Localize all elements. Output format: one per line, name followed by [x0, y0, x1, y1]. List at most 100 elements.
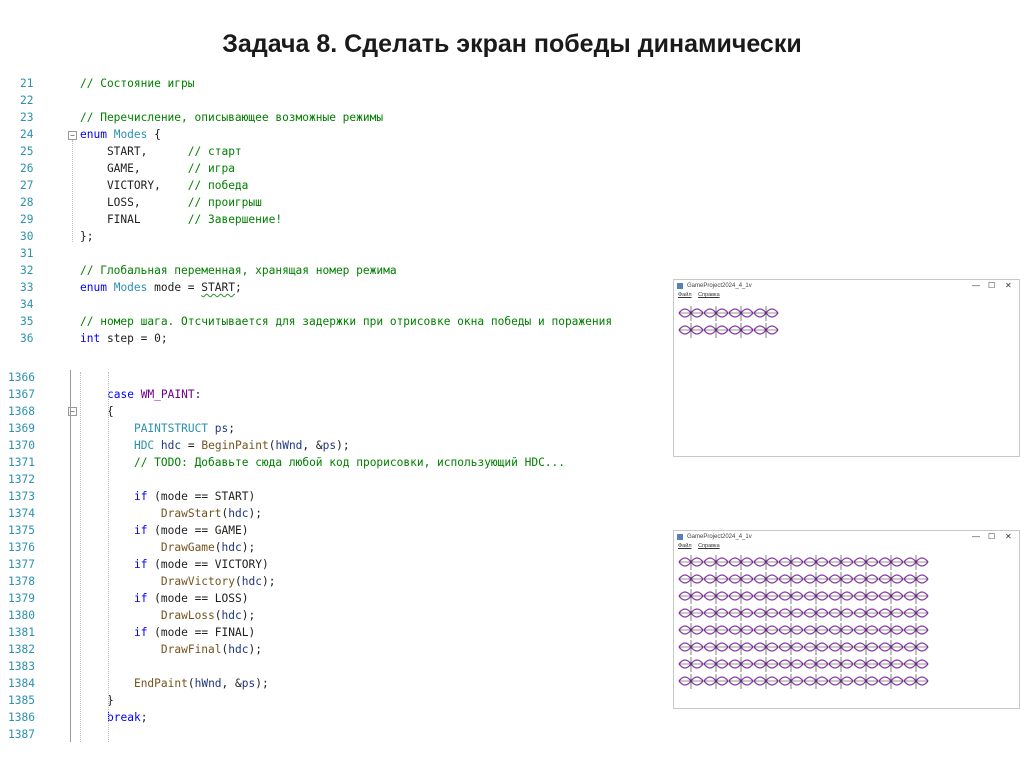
code-line: 1382 DrawFinal(hdc);	[8, 641, 668, 658]
pattern-tile	[753, 555, 779, 570]
pattern-tile	[703, 589, 729, 604]
pattern-tile	[703, 555, 729, 570]
pattern-tile	[903, 623, 929, 638]
line-number: 30	[20, 230, 34, 243]
code-line: 1366	[8, 369, 668, 386]
app-icon	[677, 534, 683, 540]
minimize-button[interactable]: —	[972, 532, 980, 541]
pattern-tile	[853, 623, 879, 638]
pattern-tile	[828, 606, 854, 621]
pattern-tile	[803, 640, 829, 655]
code-line: 1381 if (mode == FINAL)	[8, 624, 668, 641]
pattern-tile	[728, 306, 754, 321]
code-line: 28 LOSS, // проигрыш	[20, 194, 680, 211]
pattern-tile	[803, 555, 829, 570]
pattern-tile	[678, 555, 704, 570]
code-line: 34	[20, 296, 680, 313]
pattern-tile	[878, 572, 904, 587]
line-number: 22	[20, 94, 34, 107]
line-number: 24	[20, 128, 34, 141]
pattern-tile	[728, 657, 754, 672]
app-window-large: GameProject2024_4_1v — ☐ ✕ Файл Справка	[673, 530, 1020, 709]
pattern-tile	[728, 606, 754, 621]
minimize-button[interactable]: —	[972, 281, 980, 290]
slide-title: Задача 8. Сделать экран победы динамичес…	[222, 30, 802, 58]
pattern-tile	[678, 323, 704, 338]
code-line: 32 // Глобальная переменная, хранящая ном…	[20, 262, 680, 279]
app-icon	[677, 283, 683, 289]
close-button[interactable]: ✕	[1005, 281, 1012, 290]
pattern-tile	[703, 674, 729, 689]
code-text: // Перечисление, описывающее возможные р…	[80, 111, 384, 124]
pattern-tile	[828, 623, 854, 638]
pattern-tile	[753, 657, 779, 672]
code-line: 1374 DrawStart(hdc);	[8, 505, 668, 522]
code-text: // TODO: Добавьте сюда любой код прорисо…	[133, 456, 566, 469]
close-button[interactable]: ✕	[1005, 532, 1012, 541]
menu-file[interactable]: Файл	[678, 543, 692, 549]
code-line: 33 enum Modes mode = START;	[20, 279, 680, 296]
line-number: 1379	[8, 592, 35, 605]
pattern-tile	[878, 640, 904, 655]
code-line: 21 // Состояние игры	[20, 75, 680, 92]
pattern-tile	[753, 306, 779, 321]
maximize-button[interactable]: ☐	[988, 532, 995, 541]
collapse-block-icon[interactable]: −	[68, 407, 77, 416]
pattern-tile	[853, 555, 879, 570]
code-line: 1369 PAINTSTRUCT ps;	[8, 420, 668, 437]
window-title-bar: GameProject2024_4_1v — ☐ ✕	[674, 531, 1019, 543]
line-number: 36	[20, 332, 34, 345]
pattern-tile	[728, 640, 754, 655]
code-text: if (mode == GAME)	[133, 524, 249, 537]
pattern-tile	[703, 657, 729, 672]
pattern-tile	[903, 640, 929, 655]
line-number: 1381	[8, 626, 35, 639]
pattern-tile	[678, 589, 704, 604]
pattern-tile	[828, 572, 854, 587]
code-line: 1371 // TODO: Добавьте сюда любой код пр…	[8, 454, 668, 471]
line-number: 29	[20, 213, 34, 226]
code-text: };	[80, 230, 94, 243]
code-text: if (mode == VICTORY)	[133, 558, 269, 571]
code-line: 30};	[20, 228, 680, 245]
line-number: 25	[20, 145, 34, 158]
pattern-tile	[828, 657, 854, 672]
line-number: 32	[20, 264, 34, 277]
pattern-tile	[753, 674, 779, 689]
code-block-enum: 21 // Состояние игры 22 23 // Перечисление, …	[20, 75, 680, 347]
maximize-button[interactable]: ☐	[988, 281, 995, 290]
pattern-tile	[778, 606, 804, 621]
line-number: 33	[20, 281, 34, 294]
code-text: // Состояние игры	[80, 77, 195, 90]
code-text: enum Modes {	[80, 128, 161, 141]
collapse-enum-icon[interactable]: −	[68, 131, 77, 140]
pattern-tile	[753, 323, 779, 338]
pattern-tile	[828, 674, 854, 689]
line-number: 28	[20, 196, 34, 209]
menu-help[interactable]: Справка	[698, 543, 720, 549]
pattern-tile	[828, 555, 854, 570]
pattern-tile	[753, 589, 779, 604]
pattern-tile	[778, 589, 804, 604]
pattern-tile	[853, 657, 879, 672]
victory-pattern	[678, 306, 779, 338]
line-number: 1370	[8, 439, 35, 452]
code-text: FINAL // Завершение!	[80, 213, 283, 226]
pattern-tile	[878, 606, 904, 621]
line-number: 1384	[8, 677, 35, 690]
line-number: 1367	[8, 388, 35, 401]
menu-file[interactable]: Файл	[678, 292, 692, 298]
code-line: 24 enum Modes {	[20, 126, 680, 143]
code-line: 1368{	[8, 403, 668, 420]
pattern-tile	[728, 572, 754, 587]
code-line: 29 FINAL // Завершение!	[20, 211, 680, 228]
pattern-tile	[878, 623, 904, 638]
code-line: 31	[20, 245, 680, 262]
line-number: 1373	[8, 490, 35, 503]
code-text: DrawFinal(hdc);	[160, 643, 262, 656]
pattern-tile	[703, 306, 729, 321]
pattern-tile	[703, 640, 729, 655]
line-number: 35	[20, 315, 34, 328]
menu-help[interactable]: Справка	[698, 292, 720, 298]
pattern-tile	[678, 623, 704, 638]
